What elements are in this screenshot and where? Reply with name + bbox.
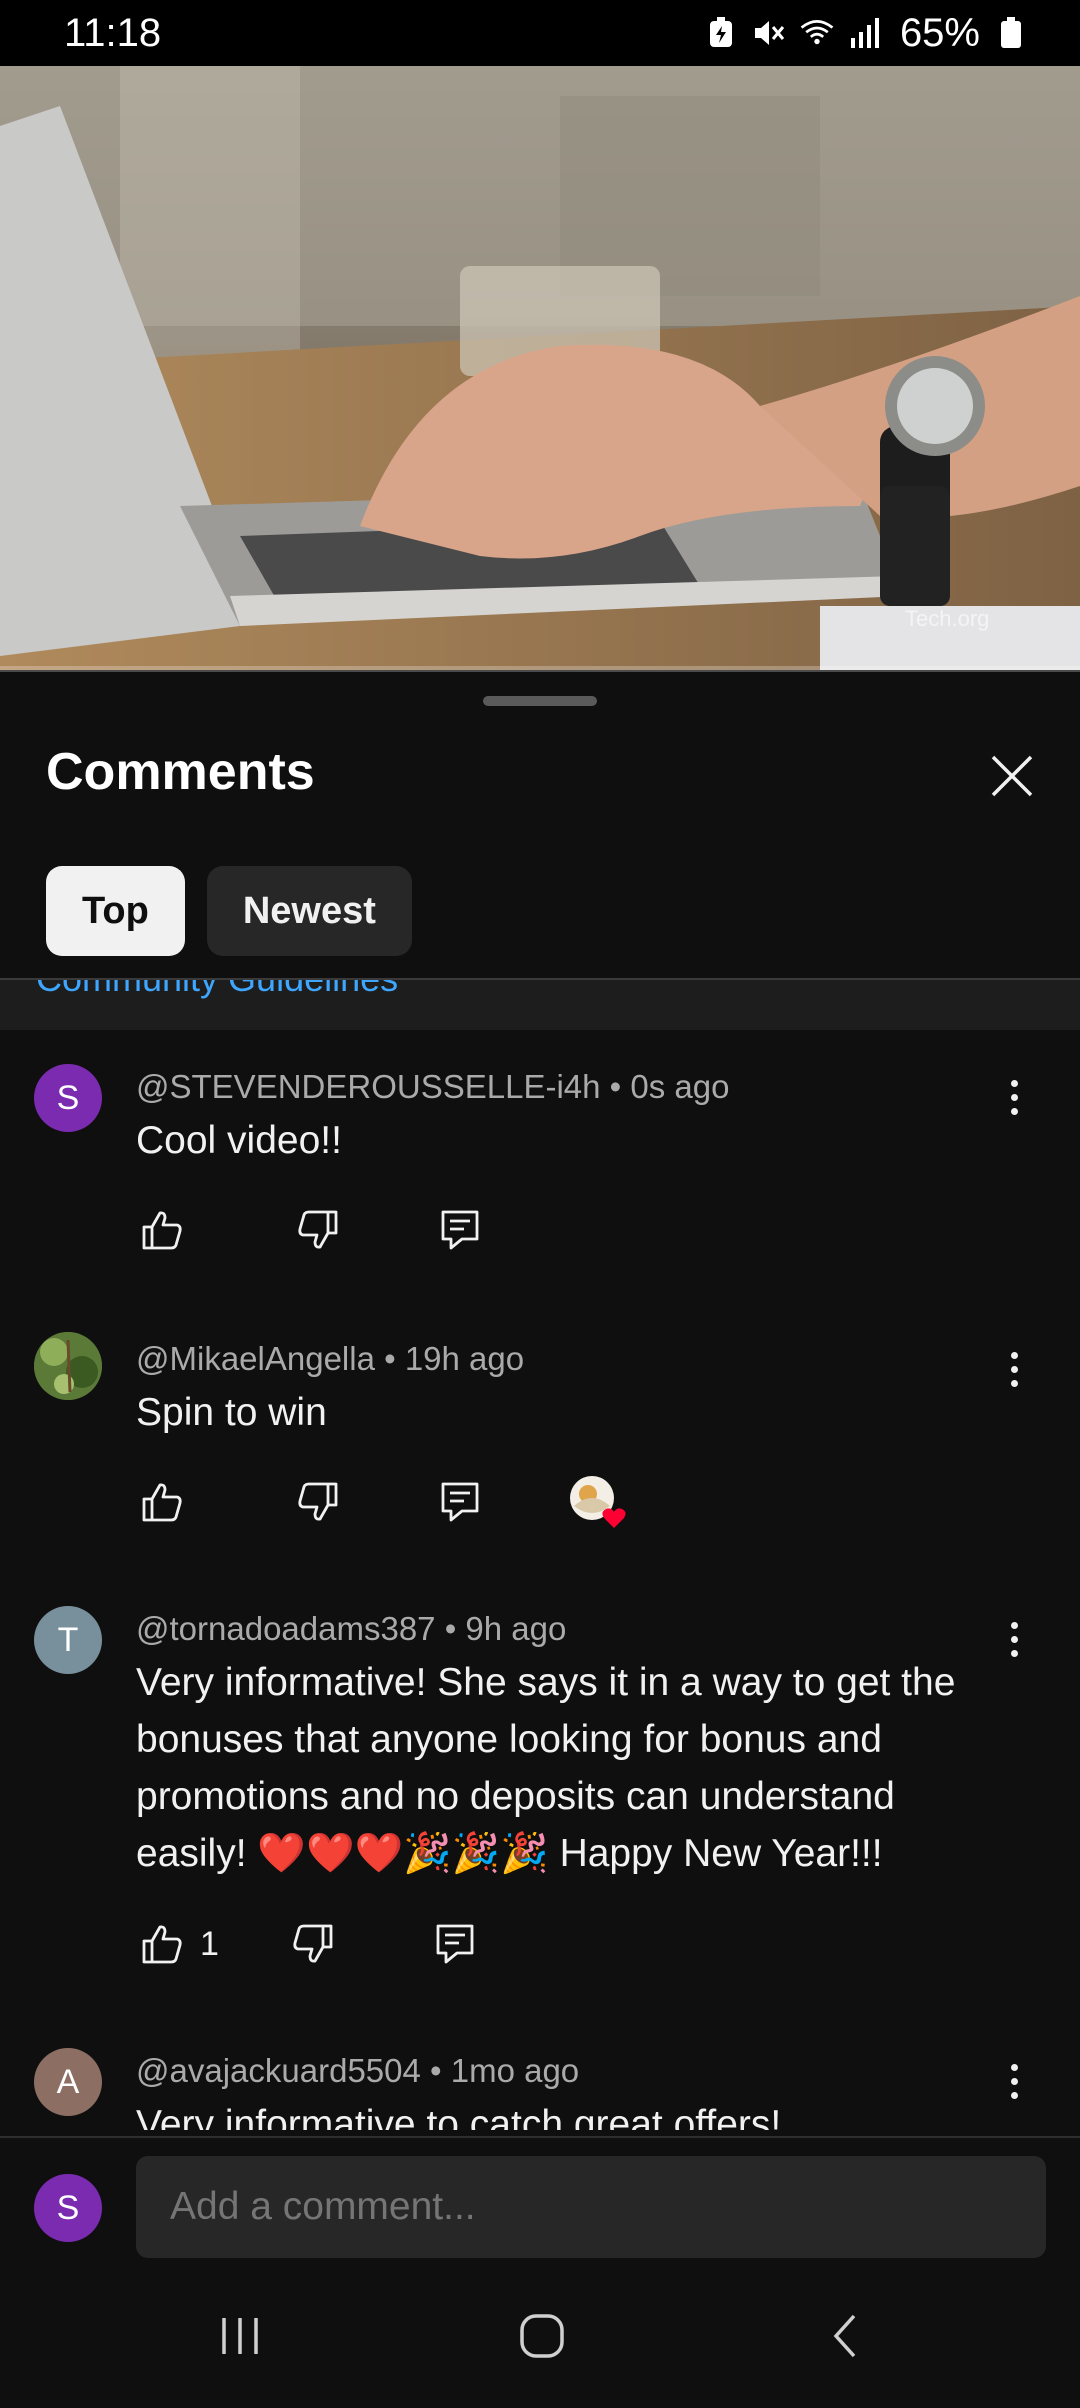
comment-text: Spin to win bbox=[136, 1391, 327, 1434]
avatar[interactable]: A bbox=[34, 2048, 102, 2116]
chip-top[interactable]: Top bbox=[46, 866, 185, 956]
status-icons: 65% bbox=[704, 11, 1028, 56]
comment-text: Very informative! She says it in a way t… bbox=[136, 1661, 956, 1875]
comment-actions bbox=[136, 1204, 486, 1256]
recents-icon bbox=[222, 2318, 258, 2354]
comment-composer: S bbox=[0, 2136, 1080, 2266]
battery-percent: 65% bbox=[899, 10, 980, 55]
signal-icon bbox=[848, 16, 882, 50]
comment-actions bbox=[136, 1476, 626, 1528]
thumbs-up-icon bbox=[142, 1211, 182, 1250]
reply-icon bbox=[436, 1924, 474, 1964]
drag-handle[interactable] bbox=[483, 696, 597, 706]
reply-icon bbox=[441, 1210, 479, 1250]
back-icon bbox=[833, 2314, 856, 2358]
back-button[interactable] bbox=[806, 2306, 886, 2366]
thumbs-down-icon bbox=[293, 1924, 333, 1963]
avatar[interactable]: S bbox=[34, 1064, 102, 1132]
status-time: 11:18 bbox=[64, 10, 162, 55]
home-button[interactable] bbox=[502, 2306, 582, 2366]
comment-menu-button[interactable] bbox=[996, 1614, 1032, 1664]
dislike-button[interactable] bbox=[292, 1204, 344, 1256]
guidelines-banner: Community Guidelines bbox=[0, 980, 1080, 1030]
sort-chips: Top Newest bbox=[46, 866, 412, 956]
video-player[interactable]: Tech.org bbox=[0, 66, 1080, 670]
reply-button[interactable] bbox=[429, 1918, 481, 1970]
comment-text: Cool video!! bbox=[136, 1119, 342, 1162]
like-button[interactable] bbox=[136, 1204, 188, 1256]
recents-button[interactable] bbox=[200, 2306, 280, 2366]
close-button[interactable] bbox=[980, 744, 1044, 808]
system-nav-bar bbox=[0, 2266, 1080, 2408]
sheet-title: Comments bbox=[46, 743, 315, 801]
thumbs-up-icon bbox=[142, 1925, 182, 1964]
comment-meta[interactable]: @MikaelAngella • 19h ago bbox=[136, 1340, 524, 1378]
comment-menu-button[interactable] bbox=[996, 2056, 1032, 2106]
user-avatar[interactable]: S bbox=[34, 2174, 102, 2242]
reply-icon bbox=[441, 1482, 479, 1522]
creator-heart-badge bbox=[566, 1472, 626, 1532]
like-button[interactable] bbox=[136, 1918, 188, 1970]
comment-menu-button[interactable] bbox=[996, 1344, 1032, 1394]
thumbs-up-icon bbox=[142, 1483, 182, 1522]
thumbs-down-icon bbox=[298, 1482, 338, 1521]
add-comment-input[interactable] bbox=[136, 2156, 1046, 2258]
video-watermark: Tech.org bbox=[905, 606, 989, 631]
comment-list: S @STEVENDEROUSSELLE-i4h • 0s ago Cool v… bbox=[0, 1030, 1080, 2130]
comment-menu-button[interactable] bbox=[996, 1072, 1032, 1122]
status-bar: 11:18 65% bbox=[0, 0, 1080, 66]
mute-icon bbox=[752, 16, 786, 50]
creator-heart-icon bbox=[570, 1476, 626, 1528]
close-icon bbox=[991, 755, 1033, 797]
wifi-icon bbox=[800, 16, 834, 50]
battery-saver-icon bbox=[704, 16, 738, 50]
comment-actions: 1 bbox=[136, 1918, 481, 1970]
chip-newest[interactable]: Newest bbox=[206, 866, 412, 956]
video-frame: Tech.org bbox=[0, 66, 1080, 670]
community-guidelines-link[interactable]: Community Guidelines bbox=[36, 980, 398, 1000]
dislike-button[interactable] bbox=[287, 1918, 339, 1970]
like-count: 1 bbox=[200, 1924, 219, 1963]
reply-button[interactable] bbox=[434, 1204, 486, 1256]
comment-meta[interactable]: @STEVENDEROUSSELLE-i4h • 0s ago bbox=[136, 1068, 729, 1106]
battery-icon bbox=[994, 16, 1028, 50]
comment-meta[interactable]: @avajackuard5504 • 1mo ago bbox=[136, 2052, 579, 2090]
avatar[interactable] bbox=[34, 1332, 102, 1400]
avatar-image bbox=[34, 1332, 102, 1400]
comment-text: Very informative to catch great offers! bbox=[136, 2103, 782, 2130]
dislike-button[interactable] bbox=[292, 1476, 344, 1528]
avatar[interactable]: T bbox=[34, 1606, 102, 1674]
comment-meta[interactable]: @tornadoadams387 • 9h ago bbox=[136, 1610, 566, 1648]
thumbs-down-icon bbox=[298, 1210, 338, 1249]
reply-button[interactable] bbox=[434, 1476, 486, 1528]
home-icon bbox=[520, 2314, 564, 2358]
like-button[interactable] bbox=[136, 1476, 188, 1528]
